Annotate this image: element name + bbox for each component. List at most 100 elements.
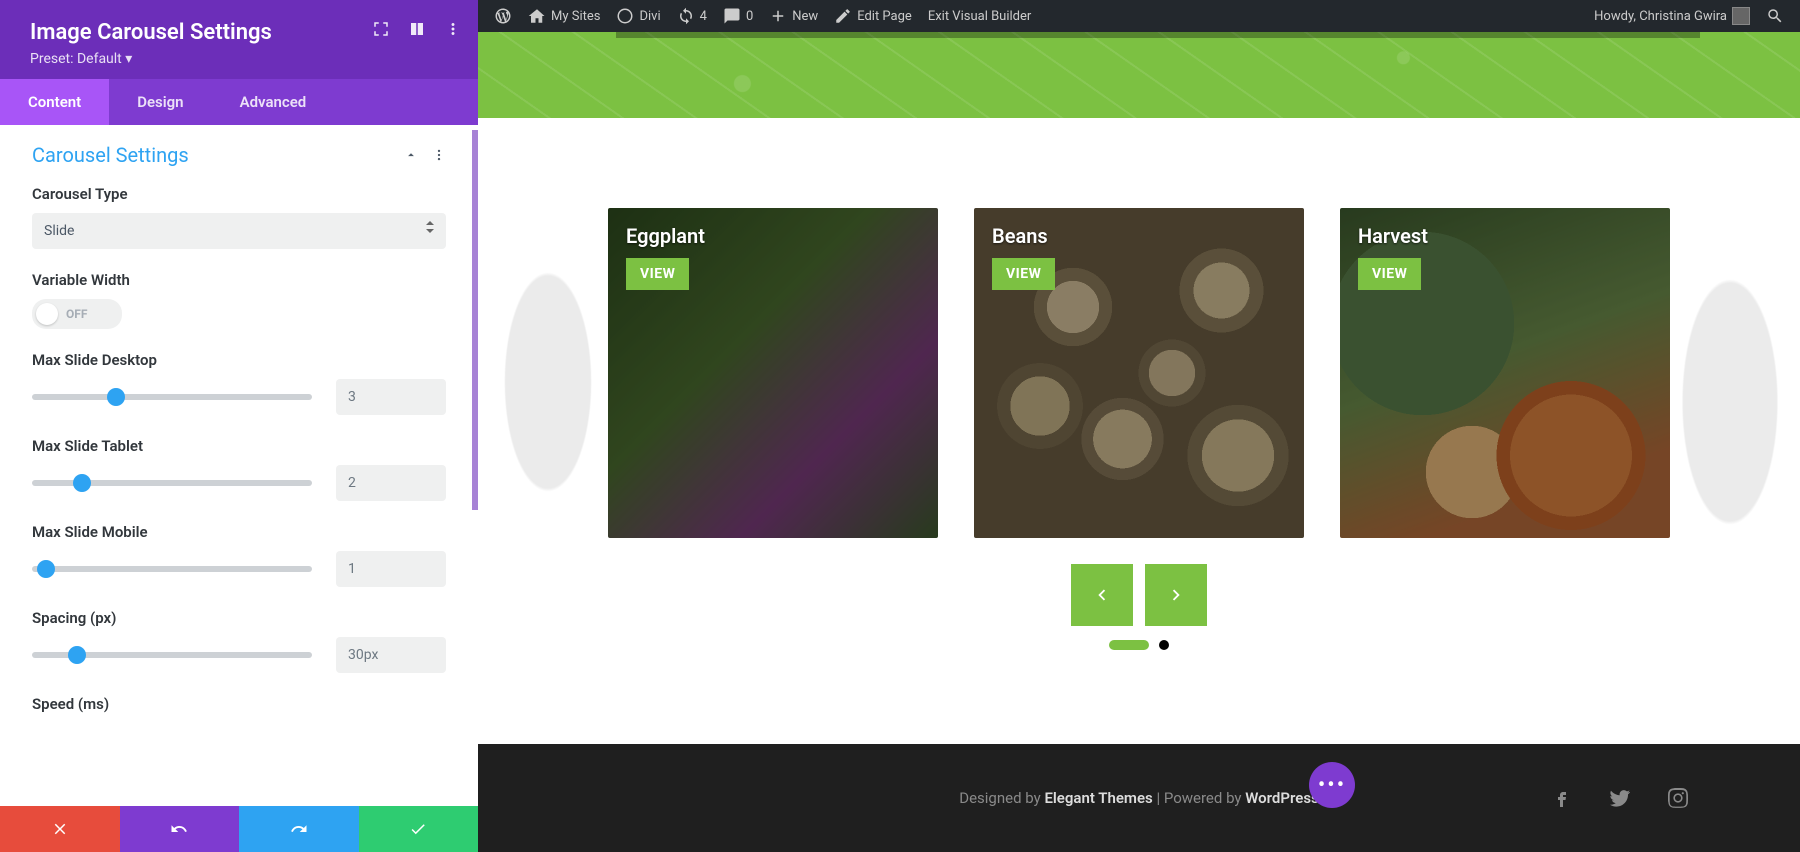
divi-link[interactable]: Divi (608, 0, 668, 32)
user-avatar (1732, 7, 1750, 25)
more-icon[interactable] (444, 20, 462, 38)
prev-arrow[interactable] (1071, 564, 1133, 626)
card-harvest[interactable]: Harvest VIEW (1340, 208, 1670, 538)
wp-admin-bar: My Sites Divi 4 0 New Edit Page Exit Vis… (478, 0, 1800, 32)
more-vertical-icon[interactable] (432, 148, 446, 162)
exit-vb-label: Exit Visual Builder (928, 9, 1031, 24)
settings-panel: Image Carousel Settings Preset: Default … (0, 0, 478, 852)
new-label: New (792, 9, 818, 24)
field-variable-width: Variable Width OFF (32, 271, 446, 329)
speed-label: Speed (ms) (32, 695, 446, 713)
variable-width-label: Variable Width (32, 271, 446, 289)
refresh-icon (677, 7, 695, 25)
spacing-slider[interactable] (32, 652, 312, 658)
spacing-label: Spacing (px) (32, 609, 446, 627)
max-slide-mobile-value[interactable]: 1 (336, 551, 446, 587)
undo-icon (170, 820, 188, 838)
comment-count: 0 (746, 9, 753, 24)
site-footer: Designed by Elegant Themes | Powered by … (478, 744, 1800, 852)
dot-2[interactable] (1159, 640, 1169, 650)
tab-advanced[interactable]: Advanced (212, 79, 335, 125)
redo-button[interactable] (239, 806, 359, 852)
toggle-state: OFF (66, 307, 87, 321)
footer-social (1550, 786, 1690, 810)
footer-wp-link[interactable]: WordPress (1245, 789, 1319, 807)
exit-vb-link[interactable]: Exit Visual Builder (920, 0, 1039, 32)
action-bar (0, 806, 478, 852)
footer-credits: Designed by Elegant Themes | Powered by … (959, 789, 1319, 807)
carousel-type-select[interactable]: Slide (32, 213, 446, 249)
refresh-link[interactable]: 4 (669, 0, 715, 32)
carousel-type-label: Carousel Type (32, 185, 446, 203)
panel-scrollbar[interactable] (472, 130, 478, 510)
view-button[interactable]: VIEW (992, 258, 1055, 290)
edit-page-link[interactable]: Edit Page (826, 0, 920, 32)
dot-1[interactable] (1109, 640, 1149, 650)
spacing-value[interactable]: 30px (336, 637, 446, 673)
footer-themes-link[interactable]: Elegant Themes (1044, 789, 1152, 807)
hero-strip (478, 32, 1800, 118)
search-icon (1766, 7, 1784, 25)
max-slide-mobile-label: Max Slide Mobile (32, 523, 446, 541)
new-link[interactable]: New (761, 0, 826, 32)
slider-thumb[interactable] (107, 388, 125, 406)
dots-icon: ••• (1318, 773, 1346, 798)
chevron-up-icon[interactable] (404, 148, 418, 162)
facebook-icon[interactable] (1550, 786, 1574, 810)
card-beans[interactable]: Beans VIEW (974, 208, 1304, 538)
group-header[interactable]: Carousel Settings (32, 143, 446, 167)
home-icon (528, 7, 546, 25)
columns-icon[interactable] (408, 20, 426, 38)
instagram-icon[interactable] (1666, 786, 1690, 810)
expand-icon[interactable] (372, 20, 390, 38)
tab-design[interactable]: Design (109, 79, 211, 125)
max-slide-desktop-label: Max Slide Desktop (32, 351, 446, 369)
view-button[interactable]: VIEW (1358, 258, 1421, 290)
check-icon (409, 820, 427, 838)
card-eggplant[interactable]: Eggplant VIEW (608, 208, 938, 538)
max-slide-desktop-slider[interactable] (32, 394, 312, 400)
pencil-icon (834, 7, 852, 25)
comment-icon (723, 7, 741, 25)
tabs: Content Design Advanced (0, 79, 478, 125)
max-slide-tablet-slider[interactable] (32, 480, 312, 486)
group-title: Carousel Settings (32, 143, 189, 167)
card-title: Eggplant (626, 224, 705, 248)
preset-selector[interactable]: Preset: Default ▾ (30, 51, 448, 67)
field-max-slide-mobile: Max Slide Mobile 1 (32, 523, 446, 587)
view-button[interactable]: VIEW (626, 258, 689, 290)
chevron-right-icon (1165, 584, 1187, 606)
field-carousel-type: Carousel Type Slide (32, 185, 446, 249)
next-arrow[interactable] (1145, 564, 1207, 626)
max-slide-desktop-value[interactable]: 3 (336, 379, 446, 415)
slider-thumb[interactable] (68, 646, 86, 664)
close-icon (51, 820, 69, 838)
field-speed: Speed (ms) (32, 695, 446, 713)
my-sites-label: My Sites (551, 9, 600, 24)
carousel-cards: Eggplant VIEW Beans VIEW Harvest VIEW (478, 118, 1800, 558)
field-max-slide-desktop: Max Slide Desktop 3 (32, 351, 446, 415)
comments-link[interactable]: 0 (715, 0, 761, 32)
search-toggle[interactable] (1758, 0, 1792, 32)
max-slide-tablet-label: Max Slide Tablet (32, 437, 446, 455)
carousel-type-dropdown[interactable]: Slide (32, 213, 446, 249)
wp-logo[interactable] (486, 0, 520, 32)
divi-icon (616, 7, 634, 25)
user-greeting[interactable]: Howdy, Christina Gwira (1586, 0, 1758, 32)
divi-label: Divi (639, 9, 660, 24)
slider-thumb[interactable] (37, 560, 55, 578)
builder-fab[interactable]: ••• (1309, 762, 1355, 808)
page-preview: Eggplant VIEW Beans VIEW Harvest VIEW De… (478, 32, 1800, 852)
cancel-button[interactable] (0, 806, 120, 852)
greeting-label: Howdy, Christina Gwira (1594, 9, 1727, 24)
tab-content[interactable]: Content (0, 79, 109, 125)
variable-width-toggle[interactable]: OFF (32, 299, 122, 329)
slider-thumb[interactable] (73, 474, 91, 492)
twitter-icon[interactable] (1608, 786, 1632, 810)
undo-button[interactable] (120, 806, 240, 852)
max-slide-mobile-slider[interactable] (32, 566, 312, 572)
my-sites-link[interactable]: My Sites (520, 0, 608, 32)
save-button[interactable] (359, 806, 479, 852)
card-title: Harvest (1358, 224, 1428, 248)
max-slide-tablet-value[interactable]: 2 (336, 465, 446, 501)
